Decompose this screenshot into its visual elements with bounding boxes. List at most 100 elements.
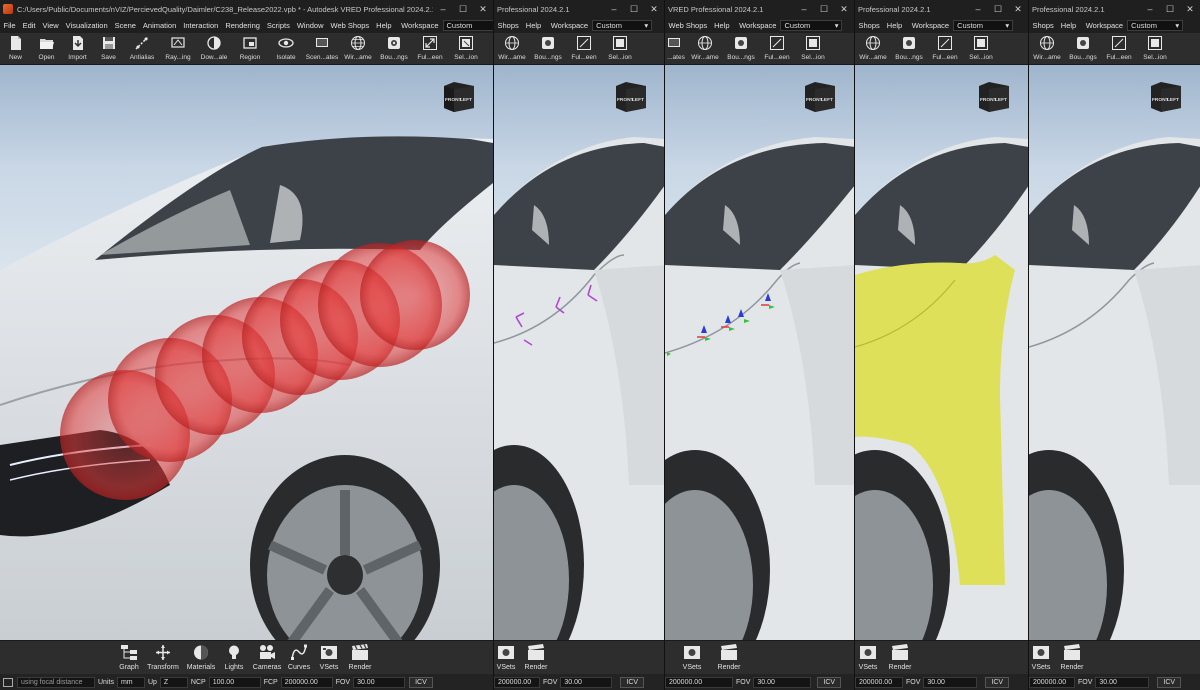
transform-button[interactable]: Transform — [142, 641, 184, 671]
menu-scene[interactable]: Scene — [111, 21, 139, 30]
toolbar-wireframe-button[interactable]: Wir...ame — [494, 33, 530, 64]
fcp-field[interactable]: 200000.00 — [280, 676, 333, 688]
menu-web-shops[interactable]: Web Shops — [327, 21, 373, 30]
fcp-field[interactable]: 200000.00 — [494, 676, 540, 688]
navigation-cube[interactable]: FRONT LEFT — [1147, 80, 1183, 112]
navigation-cube[interactable]: FRONT LEFT — [801, 80, 837, 112]
minimize-icon[interactable]: – — [968, 4, 988, 15]
menu-window[interactable]: Window — [293, 21, 327, 30]
graph-button[interactable]: Graph — [116, 641, 142, 671]
render-button[interactable]: Render — [344, 641, 376, 671]
menu-edit[interactable]: Edit — [19, 21, 39, 30]
menu-help[interactable]: Help — [883, 21, 905, 30]
units-dropdown[interactable]: mm — [116, 676, 145, 688]
toolbar-selection-button[interactable]: Sel...ion — [795, 33, 831, 64]
workspace-dropdown[interactable]: Custom▾ — [592, 20, 653, 31]
menu-help[interactable]: Help — [711, 21, 733, 30]
toolbar-selection-button[interactable]: Sel...ion — [448, 33, 484, 64]
materials-button[interactable]: Materials — [184, 641, 218, 671]
toolbar-fullscreen-button[interactable]: Ful...een — [412, 33, 448, 64]
toolbar-bounding-box-button[interactable]: Bou...ngs — [376, 33, 412, 64]
fov-field[interactable]: 30.00 — [353, 676, 406, 688]
menu-view[interactable]: View — [39, 21, 62, 30]
fcp-field[interactable]: 200000.00 — [665, 676, 733, 688]
fov-field[interactable]: 30.00 — [923, 676, 978, 688]
toolbar-bounding-box-button[interactable]: Bou...ngs — [723, 33, 759, 64]
menu-visualization[interactable]: Visualization — [62, 21, 111, 30]
render-viewport[interactable]: FRONT LEFT — [665, 65, 854, 640]
toolbar-scene-states-button[interactable]: ...ates — [665, 33, 687, 64]
toolbar-import-button[interactable]: Import — [62, 33, 93, 64]
navigation-cube[interactable]: FRONT LEFT — [975, 80, 1011, 112]
toolbar-bounding-box-button[interactable]: Bou...ngs — [1065, 33, 1101, 64]
toolbar-isolate-button[interactable]: Isolate — [268, 33, 304, 64]
navigation-cube[interactable]: FRONT LEFT — [440, 80, 476, 112]
workspace-dropdown[interactable]: Custom▾ — [442, 20, 493, 31]
toolbar-wireframe-button[interactable]: Wir...ame — [687, 33, 723, 64]
up-axis-dropdown[interactable]: Z — [159, 676, 188, 688]
maximize-icon[interactable]: ☐ — [624, 4, 644, 15]
icv-button[interactable]: ICV — [817, 676, 842, 688]
ncp-field[interactable]: 100.00 — [208, 676, 261, 688]
toolbar-fullscreen-button[interactable]: Ful...een — [927, 33, 963, 64]
curves-button[interactable]: Curves — [284, 641, 314, 671]
menu-help[interactable]: Help — [1057, 21, 1079, 30]
icv-button[interactable]: ICV — [1157, 676, 1182, 688]
terminal-icon[interactable] — [3, 677, 13, 687]
fov-field[interactable]: 30.00 — [753, 676, 812, 688]
minimize-icon[interactable]: – — [433, 4, 453, 15]
toolbar-selection-button[interactable]: Sel...ion — [963, 33, 999, 64]
vsets-button[interactable]: VSets — [855, 641, 881, 671]
render-viewport[interactable]: FRONT LEFT — [494, 65, 664, 640]
render-button[interactable]: Render — [1053, 641, 1091, 671]
icv-button[interactable]: ICV — [620, 676, 645, 688]
icv-button[interactable]: ICV — [985, 676, 1010, 688]
toolbar-open-button[interactable]: Open — [31, 33, 62, 64]
fcp-field[interactable]: 200000.00 — [855, 676, 903, 688]
menu-file[interactable]: File — [0, 21, 19, 30]
icv-button[interactable]: ICV — [409, 676, 433, 688]
fcp-field[interactable]: 200000.00 — [1029, 676, 1075, 688]
menu-interaction[interactable]: Interaction — [180, 21, 222, 30]
toolbar-bounding-box-button[interactable]: Bou...ngs — [891, 33, 927, 64]
toolbar-region-button[interactable]: Region — [232, 33, 268, 64]
menu-web-shops[interactable]: Web Shops — [665, 21, 711, 30]
vsets-button[interactable]: VSets — [494, 641, 518, 671]
close-icon[interactable]: ✕ — [834, 4, 854, 15]
toolbar-new-button[interactable]: New — [0, 33, 31, 64]
navigation-cube[interactable]: FRONT LEFT — [612, 80, 648, 112]
cameras-button[interactable]: Cameras — [250, 641, 284, 671]
toolbar-antialias-button[interactable]: Antialias — [124, 33, 160, 64]
menu-web-shops[interactable]: Shops — [494, 21, 522, 30]
workspace-dropdown[interactable]: Custom▾ — [780, 20, 843, 31]
close-icon[interactable]: ✕ — [473, 4, 493, 15]
close-icon[interactable]: ✕ — [644, 4, 664, 15]
render-viewport[interactable]: FRONT LEFT — [1029, 65, 1200, 640]
maximize-icon[interactable]: ☐ — [1160, 4, 1180, 15]
fov-field[interactable]: 30.00 — [1095, 676, 1150, 688]
toolbar-save-button[interactable]: Save — [93, 33, 124, 64]
close-icon[interactable]: ✕ — [1180, 4, 1200, 15]
lights-button[interactable]: Lights — [218, 641, 250, 671]
vsets-button[interactable]: VSets — [675, 641, 709, 671]
menu-help[interactable]: Help — [522, 21, 544, 30]
toolbar-selection-button[interactable]: Sel...ion — [1137, 33, 1173, 64]
maximize-icon[interactable]: ☐ — [814, 4, 834, 15]
toolbar-raytracing-button[interactable]: Ray...ing — [160, 33, 196, 64]
minimize-icon[interactable]: – — [794, 4, 814, 15]
workspace-dropdown[interactable]: Custom▾ — [1127, 20, 1184, 31]
minimize-icon[interactable]: – — [1140, 4, 1160, 15]
fov-field[interactable]: 30.00 — [560, 676, 613, 688]
toolbar-wireframe-button[interactable]: Wir...ame — [1029, 33, 1065, 64]
render-viewport[interactable]: FRONT LEFT — [855, 65, 1028, 640]
menu-web-shops[interactable]: Shops — [1029, 21, 1057, 30]
render-button[interactable]: Render — [881, 641, 919, 671]
menu-animation[interactable]: Animation — [139, 21, 179, 30]
render-button[interactable]: Render — [709, 641, 749, 671]
menu-scripts[interactable]: Scripts — [263, 21, 293, 30]
maximize-icon[interactable]: ☐ — [988, 4, 1008, 15]
toolbar-fullscreen-button[interactable]: Ful...een — [759, 33, 795, 64]
vsets-button[interactable]: VSets — [1029, 641, 1053, 671]
toolbar-selection-button[interactable]: Sel...ion — [602, 33, 638, 64]
vsets-button[interactable]: VSets — [314, 641, 344, 671]
